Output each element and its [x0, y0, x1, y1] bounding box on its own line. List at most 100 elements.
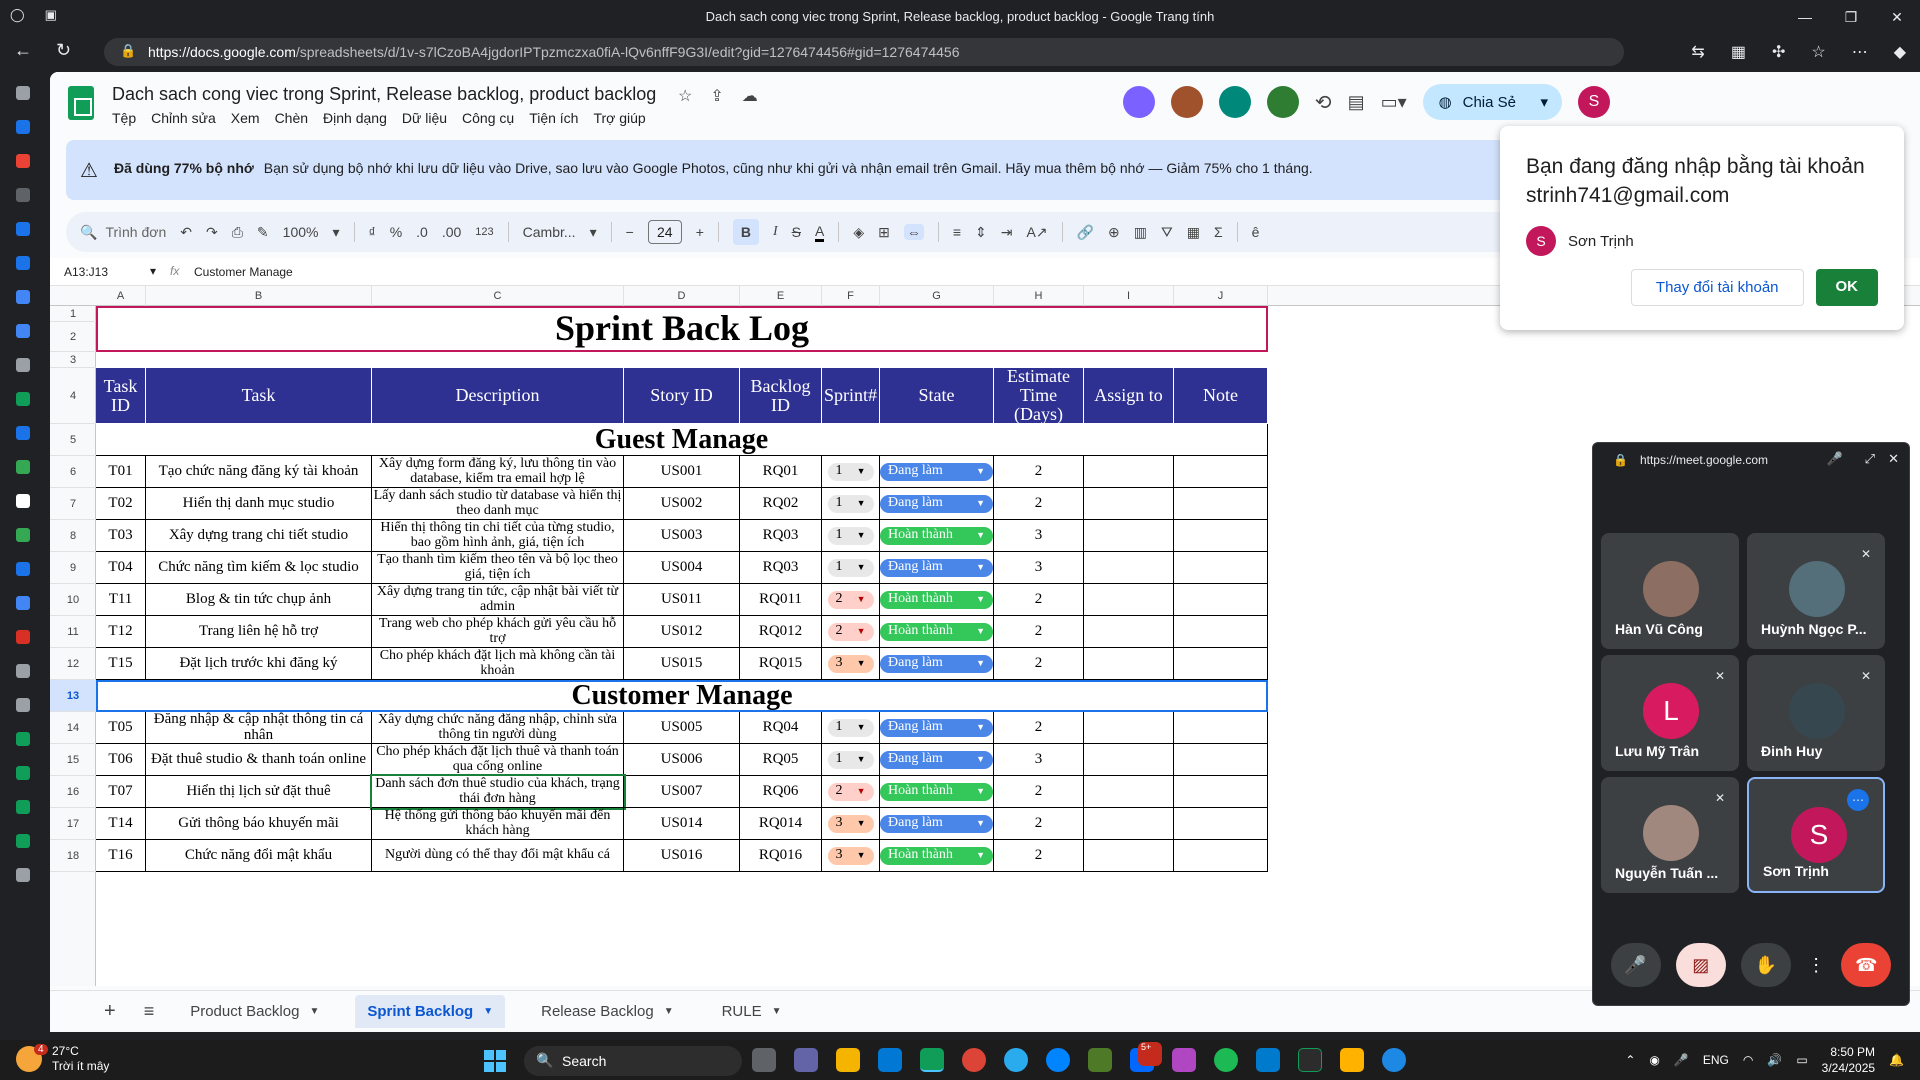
- docs-tab-icon[interactable]: [16, 324, 30, 338]
- tab-icon[interactable]: [16, 358, 30, 372]
- change-account-button[interactable]: Thay đổi tài khoản: [1630, 269, 1804, 306]
- backlog-id-cell[interactable]: RQ011: [740, 584, 822, 616]
- sprint-dropdown[interactable]: 1 ▼: [827, 494, 874, 513]
- state-dropdown[interactable]: Đang làm ▼: [880, 654, 993, 673]
- history-icon[interactable]: ⟲: [1315, 90, 1332, 115]
- section-title[interactable]: Customer Manage: [96, 680, 1268, 712]
- row-header[interactable]: 16: [50, 776, 96, 808]
- task-id-cell[interactable]: T02: [96, 488, 146, 520]
- backlog-id-cell[interactable]: RQ016: [740, 840, 822, 872]
- description-cell[interactable]: Xây dựng chức năng đăng nhập, chỉnh sửa …: [372, 712, 624, 744]
- sprint-cell[interactable]: 1 ▼: [822, 456, 880, 488]
- youtube-tab-icon[interactable]: [16, 154, 30, 168]
- column-title[interactable]: Estimate Time (Days): [994, 368, 1084, 424]
- chevron-down-icon[interactable]: ▼: [857, 722, 866, 732]
- state-cell[interactable]: Đang làm ▼: [880, 648, 994, 680]
- sheet-title[interactable]: Sprint Back Log: [96, 306, 1268, 352]
- chevron-down-icon[interactable]: ▾: [150, 264, 156, 278]
- sprint-cell[interactable]: 2 ▼: [822, 616, 880, 648]
- bold-button[interactable]: B: [732, 219, 759, 245]
- chevron-down-icon[interactable]: ▼: [976, 818, 985, 828]
- chevron-down-icon[interactable]: ▼: [664, 1006, 674, 1017]
- print-icon[interactable]: ⎙: [232, 224, 243, 241]
- text-color-icon[interactable]: A: [814, 223, 825, 242]
- chevron-down-icon[interactable]: ▼: [772, 1006, 782, 1017]
- sprint-cell[interactable]: 3 ▼: [822, 808, 880, 840]
- cloud-status-icon[interactable]: ☁: [742, 86, 758, 106]
- description-cell[interactable]: Hệ thống gửi thông báo khuyến mãi đến kh…: [372, 808, 624, 840]
- mic-icon[interactable]: 🎤: [1674, 1053, 1689, 1067]
- sheets-tab-icon[interactable]: [16, 834, 30, 848]
- state-cell[interactable]: Đang làm ▼: [880, 744, 994, 776]
- backlog-id-cell[interactable]: RQ02: [740, 488, 822, 520]
- comment-icon[interactable]: ⊕: [1108, 224, 1120, 241]
- chevron-down-icon[interactable]: ▾: [590, 224, 597, 241]
- column-title[interactable]: Description: [372, 368, 624, 424]
- tab-product-backlog[interactable]: Product Backlog ▼: [178, 995, 331, 1028]
- column-title[interactable]: Story ID: [624, 368, 740, 424]
- sprint-dropdown[interactable]: 1 ▼: [827, 718, 874, 737]
- row-header[interactable]: 13: [50, 680, 96, 712]
- column-header[interactable]: I: [1084, 286, 1174, 306]
- estimate-cell[interactable]: 2: [994, 712, 1084, 744]
- estimate-cell[interactable]: 2: [994, 488, 1084, 520]
- row-header[interactable]: 11: [50, 616, 96, 648]
- wifi-icon[interactable]: ◠: [1743, 1053, 1753, 1067]
- increase-decimal-button[interactable]: .00: [442, 224, 461, 240]
- tab-icon[interactable]: [16, 664, 30, 678]
- row-header[interactable]: 12: [50, 648, 96, 680]
- sprint-cell[interactable]: 3 ▼: [822, 840, 880, 872]
- sprint-dropdown[interactable]: 1 ▼: [827, 462, 874, 481]
- collaborator-avatar[interactable]: [1266, 86, 1299, 118]
- note-cell[interactable]: [1174, 584, 1268, 616]
- column-header[interactable]: B: [146, 286, 372, 306]
- chevron-down-icon[interactable]: ▼: [857, 530, 866, 540]
- lock-icon[interactable]: 🔒: [120, 43, 136, 59]
- minecraft-icon[interactable]: [1088, 1048, 1112, 1072]
- description-cell[interactable]: Xây dựng form đăng ký, lưu thông tin vào…: [372, 456, 624, 488]
- chevron-down-icon[interactable]: ▼: [857, 594, 866, 604]
- participant-tile[interactable]: ✕ Đinh Huy: [1747, 655, 1885, 771]
- doc-title[interactable]: Dach sach cong viec trong Sprint, Releas…: [112, 84, 656, 105]
- redo-icon[interactable]: ↷: [206, 224, 218, 241]
- more-options-icon[interactable]: ⋮: [1806, 943, 1826, 987]
- description-cell[interactable]: Hiển thị thông tin chi tiết của từng stu…: [372, 520, 624, 552]
- language[interactable]: ENG: [1703, 1053, 1729, 1067]
- collaborator-avatar[interactable]: [1170, 86, 1203, 118]
- menu-tools[interactable]: Công cụ: [462, 110, 514, 126]
- font-size-increase-icon[interactable]: +: [696, 224, 704, 240]
- row-header[interactable]: 7: [50, 488, 96, 520]
- task-cell[interactable]: Chức năng đổi mật khẩu: [146, 840, 372, 872]
- share-button[interactable]: ◍ Chia Sẻ ▾: [1422, 84, 1562, 120]
- filter-icon[interactable]: ⛛: [1161, 224, 1173, 241]
- chart-icon[interactable]: ▥: [1134, 224, 1147, 241]
- state-dropdown[interactable]: Hoàn thành ▼: [880, 526, 993, 545]
- messenger-icon[interactable]: [1046, 1048, 1070, 1072]
- link-icon[interactable]: 🔗: [1077, 224, 1094, 241]
- number-format-button[interactable]: 123: [475, 226, 493, 238]
- story-id-cell[interactable]: US006: [624, 744, 740, 776]
- extension-icon[interactable]: ▦: [1731, 42, 1746, 62]
- note-cell[interactable]: [1174, 776, 1268, 808]
- tab-icon[interactable]: [16, 562, 30, 576]
- chevron-down-icon[interactable]: ▼: [976, 466, 985, 476]
- row-header[interactable]: 14: [50, 712, 96, 744]
- backlog-id-cell[interactable]: RQ03: [740, 552, 822, 584]
- column-header[interactable]: C: [372, 286, 624, 306]
- assign-cell[interactable]: [1084, 488, 1174, 520]
- raise-hand-button[interactable]: ✋: [1740, 943, 1791, 987]
- sprint-dropdown[interactable]: 1 ▼: [827, 750, 874, 769]
- chevron-down-icon[interactable]: ▾: [1540, 93, 1548, 111]
- assign-cell[interactable]: [1084, 616, 1174, 648]
- note-cell[interactable]: [1174, 712, 1268, 744]
- task-cell[interactable]: Gửi thông báo khuyến mãi: [146, 808, 372, 840]
- note-cell[interactable]: [1174, 840, 1268, 872]
- add-sheet-icon[interactable]: +: [104, 1000, 116, 1023]
- tab-actions-icon[interactable]: [16, 86, 30, 100]
- meet-icon[interactable]: ▭▾: [1381, 92, 1407, 113]
- story-id-cell[interactable]: US002: [624, 488, 740, 520]
- state-cell[interactable]: Hoàn thành ▼: [880, 584, 994, 616]
- start-button[interactable]: [484, 1050, 506, 1072]
- store-icon[interactable]: [878, 1048, 902, 1072]
- backlog-id-cell[interactable]: RQ01: [740, 456, 822, 488]
